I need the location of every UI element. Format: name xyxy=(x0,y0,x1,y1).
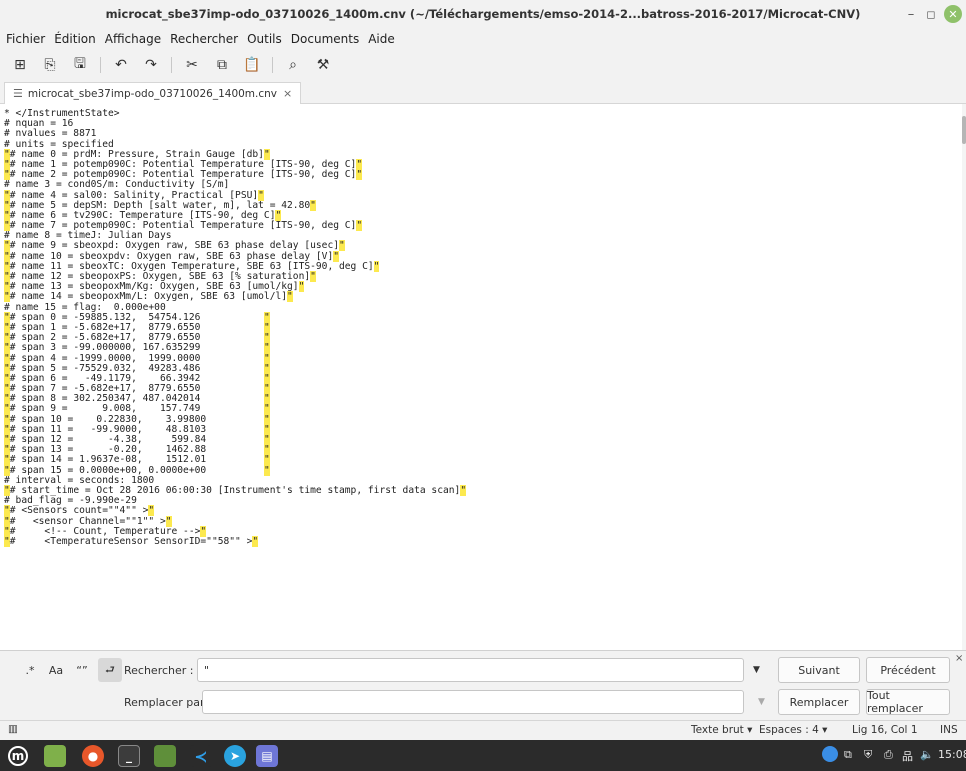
search-match-highlight: " xyxy=(310,271,316,282)
printer-tray-icon[interactable]: ⎙ xyxy=(884,748,893,762)
folder-icon[interactable] xyxy=(154,745,176,767)
toolbar-separator xyxy=(100,57,101,73)
search-match-highlight: " xyxy=(460,484,467,496)
replace-history-icon[interactable]: ▼ xyxy=(758,697,765,707)
find-previous-button[interactable]: Précédent xyxy=(866,657,950,683)
search-match-highlight: " xyxy=(252,535,259,547)
search-match-highlight: " xyxy=(310,199,316,211)
replace-button[interactable]: Remplacer xyxy=(778,689,860,715)
search-match-highlight: " xyxy=(263,403,270,415)
wrap-around-icon[interactable]: ⮐ xyxy=(98,658,122,682)
security-tray-icon[interactable]: ⛨ xyxy=(864,748,872,762)
replace-label: Remplacer par : xyxy=(124,696,212,709)
insert-mode: INS xyxy=(940,724,958,736)
text-editor[interactable]: * </InstrumentState> # nquan = 16 # nvalue… xyxy=(0,104,962,650)
search-match-highlight: " xyxy=(263,352,270,364)
search-match-highlight: " xyxy=(356,169,363,181)
editor-line: "# <TemperatureSensor SensorID=""58"" >" xyxy=(4,535,962,547)
tab-document[interactable]: ☰ microcat_sbe37imp-odo_03710026_1400m.c… xyxy=(4,82,302,104)
volume-tray-icon[interactable]: 🔈 xyxy=(920,748,934,761)
open-document-icon[interactable]: ⎘ xyxy=(38,53,62,77)
title-bar: microcat_sbe37imp-odo_03710026_1400m.cnv… xyxy=(0,0,966,28)
match-case-toggle[interactable]: Aa xyxy=(44,658,68,682)
network-tray-icon[interactable]: 品 xyxy=(902,748,913,764)
editor-line: * </InstrumentState> xyxy=(4,108,962,119)
menu-edition[interactable]: Édition xyxy=(54,32,96,46)
text-editor-app-icon[interactable]: ▤ xyxy=(256,745,278,767)
menu-aide[interactable]: Aide xyxy=(368,32,395,46)
menu-outils[interactable]: Outils xyxy=(247,32,282,46)
toolbar-separator xyxy=(272,57,273,73)
search-match-highlight: " xyxy=(298,281,305,293)
cursor-position: Lig 16, Col 1 xyxy=(852,724,918,736)
menu-affichage[interactable]: Affichage xyxy=(105,32,161,46)
save-icon[interactable]: 🖫 xyxy=(68,53,92,77)
update-manager-icon[interactable] xyxy=(822,746,838,762)
indent-selector[interactable]: Espaces : 4 ▾ xyxy=(759,724,827,736)
find-history-icon[interactable]: ▼ xyxy=(753,665,760,675)
menu-rechercher[interactable]: Rechercher xyxy=(170,32,238,46)
undo-icon[interactable]: ↶ xyxy=(109,53,133,77)
editor-line: # nquan = 16 xyxy=(4,119,962,129)
window-title: microcat_sbe37imp-odo_03710026_1400m.cnv… xyxy=(105,7,861,21)
vscode-icon[interactable]: ≺ xyxy=(190,745,212,767)
status-bar: ▥ Texte brut ▾ Espaces : 4 ▾ Lig 16, Col… xyxy=(0,720,966,740)
firefox-icon[interactable]: ● xyxy=(82,745,104,767)
telegram-icon[interactable]: ➤ xyxy=(224,745,246,767)
find-input[interactable] xyxy=(197,658,744,682)
search-match-highlight: " xyxy=(339,240,345,252)
search-icon[interactable]: ⌕ xyxy=(281,53,305,77)
search-match-highlight: " xyxy=(287,291,293,303)
text-document-icon: ☰ xyxy=(13,87,23,100)
search-match-highlight: " xyxy=(263,464,270,476)
taskbar: m ● _ ≺ ➤ ▤ ⧉ ⛨ ⎙ 品 🔈 15:08 xyxy=(0,740,966,771)
maximize-icon[interactable]: ◻ xyxy=(922,5,940,23)
find-label: Rechercher : xyxy=(124,664,194,677)
cut-icon[interactable]: ✂ xyxy=(180,53,204,77)
search-match-highlight: " xyxy=(263,413,270,425)
redo-icon[interactable]: ↷ xyxy=(139,53,163,77)
toolbar: ⊞ ⎘ 🖫 ↶ ↷ ✂ ⧉ 📋 ⌕ ⚒ xyxy=(0,50,966,80)
tab-close-icon[interactable]: × xyxy=(283,87,292,100)
search-replace-icon[interactable]: ⚒ xyxy=(311,53,335,77)
scrollbar-thumb[interactable] xyxy=(962,116,966,144)
start-menu-icon[interactable]: m xyxy=(8,746,28,766)
minimize-icon[interactable]: – xyxy=(902,5,920,23)
line-text: # <TemperatureSensor SensorID=""58"" > xyxy=(9,535,253,547)
menu-fichier[interactable]: Fichier xyxy=(6,32,45,46)
copy-icon[interactable]: ⧉ xyxy=(210,53,234,77)
editor-line: # nvalues = 8871 xyxy=(4,129,962,139)
menu-documents[interactable]: Documents xyxy=(291,32,359,46)
search-replace-panel: .* Aa “” ⮐ Rechercher : ▼ Suivant Précéd… xyxy=(0,650,966,720)
search-match-highlight: " xyxy=(263,454,270,466)
terminal-icon[interactable]: _ xyxy=(118,745,140,767)
side-panel-icon[interactable]: ▥ xyxy=(8,723,18,735)
new-document-icon[interactable]: ⊞ xyxy=(8,53,32,77)
paste-icon[interactable]: 📋 xyxy=(240,53,264,77)
tab-strip: ☰ microcat_sbe37imp-odo_03710026_1400m.c… xyxy=(0,80,966,104)
vertical-scrollbar[interactable] xyxy=(962,104,966,650)
language-mode-selector[interactable]: Texte brut ▾ xyxy=(691,724,752,736)
editor-line: "# start_time = Oct 28 2016 06:00:30 [In… xyxy=(4,484,962,496)
tab-label: microcat_sbe37imp-odo_03710026_1400m.cnv xyxy=(27,87,278,100)
whole-word-toggle[interactable]: “” xyxy=(70,658,94,682)
replace-all-button[interactable]: Tout remplacer xyxy=(866,689,950,715)
regex-toggle[interactable]: .* xyxy=(18,658,42,682)
toolbar-separator xyxy=(171,57,172,73)
search-match-highlight: " xyxy=(263,342,270,354)
replace-input[interactable] xyxy=(202,690,744,714)
clipboard-tray-icon[interactable]: ⧉ xyxy=(844,748,852,762)
close-window-icon[interactable]: ✕ xyxy=(944,5,962,23)
file-manager-icon[interactable] xyxy=(44,745,66,767)
find-next-button[interactable]: Suivant xyxy=(778,657,860,683)
close-search-icon[interactable]: × xyxy=(955,653,963,664)
editor-content[interactable]: * </InstrumentState> # nquan = 16 # nvalue… xyxy=(0,104,962,547)
clock[interactable]: 15:08 xyxy=(938,748,966,761)
menu-bar: Fichier Édition Affichage Rechercher Out… xyxy=(0,28,966,50)
search-match-highlight: " xyxy=(356,220,363,232)
search-match-highlight: " xyxy=(373,260,380,272)
